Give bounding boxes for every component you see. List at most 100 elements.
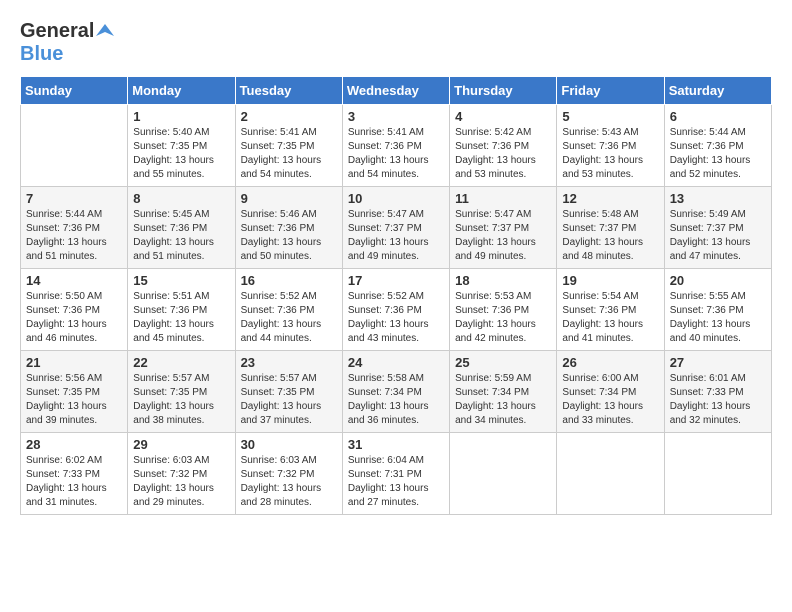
calendar-cell: 6Sunrise: 5:44 AMSunset: 7:36 PMDaylight… — [664, 105, 771, 187]
calendar-cell: 22Sunrise: 5:57 AMSunset: 7:35 PMDayligh… — [128, 351, 235, 433]
calendar-body: 1 Sunrise: 5:40 AMSunset: 7:35 PMDaylight… — [21, 105, 772, 515]
day-info: Sunrise: 6:04 AMSunset: 7:31 PMDaylight:… — [348, 454, 444, 510]
day-number: 10 — [348, 191, 444, 206]
calendar-cell: 8Sunrise: 5:45 AMSunset: 7:36 PMDaylight… — [128, 187, 235, 269]
calendar-week-row: 21Sunrise: 5:56 AMSunset: 7:35 PMDayligh… — [21, 351, 772, 433]
calendar-cell: 2 Sunrise: 5:41 AMSunset: 7:35 PMDaylight… — [235, 105, 342, 187]
calendar-table: SundayMondayTuesdayWednesdayThursdayFrid… — [20, 76, 772, 515]
calendar-week-row: 28Sunrise: 6:02 AMSunset: 7:33 PMDayligh… — [21, 433, 772, 515]
calendar-cell: 21Sunrise: 5:56 AMSunset: 7:35 PMDayligh… — [21, 351, 128, 433]
day-number: 31 — [348, 437, 444, 452]
calendar-cell: 10 Sunrise: 5:47 AMSunset: 7:37 PMDayligh… — [342, 187, 449, 269]
day-number: 13 — [670, 191, 766, 206]
calendar-cell: 28Sunrise: 6:02 AMSunset: 7:33 PMDayligh… — [21, 433, 128, 515]
day-info: Sunrise: 5:59 AMSunset: 7:34 PMDaylight:… — [455, 372, 551, 428]
day-number: 16 — [241, 273, 337, 288]
day-number: 29 — [133, 437, 229, 452]
header: General Blue — [20, 20, 772, 66]
calendar-cell: 18 Sunrise: 5:53 AMSunset: 7:36 PMDayligh… — [450, 269, 557, 351]
calendar-cell: 11 Sunrise: 5:47 AMSunset: 7:37 PMDayligh… — [450, 187, 557, 269]
day-info: Sunrise: 5:51 AMSunset: 7:36 PMDaylight:… — [133, 290, 229, 346]
day-number: 18 — [455, 273, 551, 288]
day-info: Sunrise: 5:47 AMSunset: 7:37 PMDaylight:… — [455, 208, 551, 264]
day-number: 3 — [348, 109, 444, 124]
weekday-header-monday: Monday — [128, 77, 235, 105]
day-info: Sunrise: 5:41 AMSunset: 7:36 PMDaylight:… — [348, 126, 444, 182]
calendar-week-row: 14 Sunrise: 5:50 AMSunset: 7:36 PMDayligh… — [21, 269, 772, 351]
calendar-cell: 5Sunrise: 5:43 AMSunset: 7:36 PMDaylight… — [557, 105, 664, 187]
day-number: 2 — [241, 109, 337, 124]
weekday-header-sunday: Sunday — [21, 77, 128, 105]
day-info: Sunrise: 5:46 AMSunset: 7:36 PMDaylight:… — [241, 208, 337, 264]
day-number: 7 — [26, 191, 122, 206]
day-number: 26 — [562, 355, 658, 370]
weekday-header-wednesday: Wednesday — [342, 77, 449, 105]
calendar-cell: 15 Sunrise: 5:51 AMSunset: 7:36 PMDayligh… — [128, 269, 235, 351]
day-number: 22 — [133, 355, 229, 370]
day-number: 4 — [455, 109, 551, 124]
day-number: 20 — [670, 273, 766, 288]
day-info: Sunrise: 5:47 AMSunset: 7:37 PMDaylight:… — [348, 208, 444, 264]
day-number: 15 — [133, 273, 229, 288]
day-info: Sunrise: 5:44 AMSunset: 7:36 PMDaylight:… — [26, 208, 122, 264]
day-info: Sunrise: 6:01 AMSunset: 7:33 PMDaylight:… — [670, 372, 766, 428]
calendar-cell — [664, 433, 771, 515]
day-number: 23 — [241, 355, 337, 370]
calendar-header-row: SundayMondayTuesdayWednesdayThursdayFrid… — [21, 77, 772, 105]
day-number: 27 — [670, 355, 766, 370]
day-number: 25 — [455, 355, 551, 370]
day-info: Sunrise: 5:45 AMSunset: 7:36 PMDaylight:… — [133, 208, 229, 264]
calendar-cell: 19Sunrise: 5:54 AMSunset: 7:36 PMDayligh… — [557, 269, 664, 351]
day-number: 19 — [562, 273, 658, 288]
day-number: 11 — [455, 191, 551, 206]
calendar-cell: 7 Sunrise: 5:44 AMSunset: 7:36 PMDaylight… — [21, 187, 128, 269]
day-info: Sunrise: 5:48 AMSunset: 7:37 PMDaylight:… — [562, 208, 658, 264]
calendar-cell: 24 Sunrise: 5:58 AMSunset: 7:34 PMDayligh… — [342, 351, 449, 433]
calendar-cell: 4 Sunrise: 5:42 AMSunset: 7:36 PMDaylight… — [450, 105, 557, 187]
day-number: 30 — [241, 437, 337, 452]
day-info: Sunrise: 5:41 AMSunset: 7:35 PMDaylight:… — [241, 126, 337, 182]
day-info: Sunrise: 5:58 AMSunset: 7:34 PMDaylight:… — [348, 372, 444, 428]
day-number: 12 — [562, 191, 658, 206]
day-info: Sunrise: 5:40 AMSunset: 7:35 PMDaylight:… — [133, 126, 229, 182]
weekday-header-tuesday: Tuesday — [235, 77, 342, 105]
day-number: 24 — [348, 355, 444, 370]
calendar-cell: 26 Sunrise: 6:00 AMSunset: 7:34 PMDayligh… — [557, 351, 664, 433]
day-info: Sunrise: 6:03 AMSunset: 7:32 PMDaylight:… — [133, 454, 229, 510]
calendar-cell: 9 Sunrise: 5:46 AMSunset: 7:36 PMDaylight… — [235, 187, 342, 269]
logo-bird-icon — [96, 22, 114, 40]
calendar-cell: 14 Sunrise: 5:50 AMSunset: 7:36 PMDayligh… — [21, 269, 128, 351]
weekday-header-thursday: Thursday — [450, 77, 557, 105]
day-info: Sunrise: 6:02 AMSunset: 7:33 PMDaylight:… — [26, 454, 122, 510]
logo-general-text: General — [20, 20, 94, 43]
calendar-cell: 30 Sunrise: 6:03 AMSunset: 7:32 PMDayligh… — [235, 433, 342, 515]
day-info: Sunrise: 6:03 AMSunset: 7:32 PMDaylight:… — [241, 454, 337, 510]
calendar-cell: 16Sunrise: 5:52 AMSunset: 7:36 PMDayligh… — [235, 269, 342, 351]
calendar-week-row: 1 Sunrise: 5:40 AMSunset: 7:35 PMDaylight… — [21, 105, 772, 187]
logo: General Blue — [20, 20, 114, 66]
day-info: Sunrise: 5:50 AMSunset: 7:36 PMDaylight:… — [26, 290, 122, 346]
day-info: Sunrise: 5:56 AMSunset: 7:35 PMDaylight:… — [26, 372, 122, 428]
calendar-cell: 25 Sunrise: 5:59 AMSunset: 7:34 PMDayligh… — [450, 351, 557, 433]
calendar-cell: 13 Sunrise: 5:49 AMSunset: 7:37 PMDayligh… — [664, 187, 771, 269]
day-info: Sunrise: 6:00 AMSunset: 7:34 PMDaylight:… — [562, 372, 658, 428]
calendar-cell: 3 Sunrise: 5:41 AMSunset: 7:36 PMDaylight… — [342, 105, 449, 187]
calendar-cell: 17Sunrise: 5:52 AMSunset: 7:36 PMDayligh… — [342, 269, 449, 351]
day-info: Sunrise: 5:55 AMSunset: 7:36 PMDaylight:… — [670, 290, 766, 346]
day-number: 1 — [133, 109, 229, 124]
day-number: 17 — [348, 273, 444, 288]
weekday-header-saturday: Saturday — [664, 77, 771, 105]
day-number: 14 — [26, 273, 122, 288]
calendar-cell — [21, 105, 128, 187]
calendar-cell: 29 Sunrise: 6:03 AMSunset: 7:32 PMDayligh… — [128, 433, 235, 515]
calendar-cell: 1 Sunrise: 5:40 AMSunset: 7:35 PMDaylight… — [128, 105, 235, 187]
day-info: Sunrise: 5:53 AMSunset: 7:36 PMDaylight:… — [455, 290, 551, 346]
weekday-header-friday: Friday — [557, 77, 664, 105]
day-info: Sunrise: 5:42 AMSunset: 7:36 PMDaylight:… — [455, 126, 551, 182]
day-info: Sunrise: 5:57 AMSunset: 7:35 PMDaylight:… — [241, 372, 337, 428]
calendar-cell: 27 Sunrise: 6:01 AMSunset: 7:33 PMDayligh… — [664, 351, 771, 433]
day-info: Sunrise: 5:44 AMSunset: 7:36 PMDaylight:… — [670, 126, 766, 182]
day-number: 9 — [241, 191, 337, 206]
calendar-cell — [450, 433, 557, 515]
day-info: Sunrise: 5:49 AMSunset: 7:37 PMDaylight:… — [670, 208, 766, 264]
